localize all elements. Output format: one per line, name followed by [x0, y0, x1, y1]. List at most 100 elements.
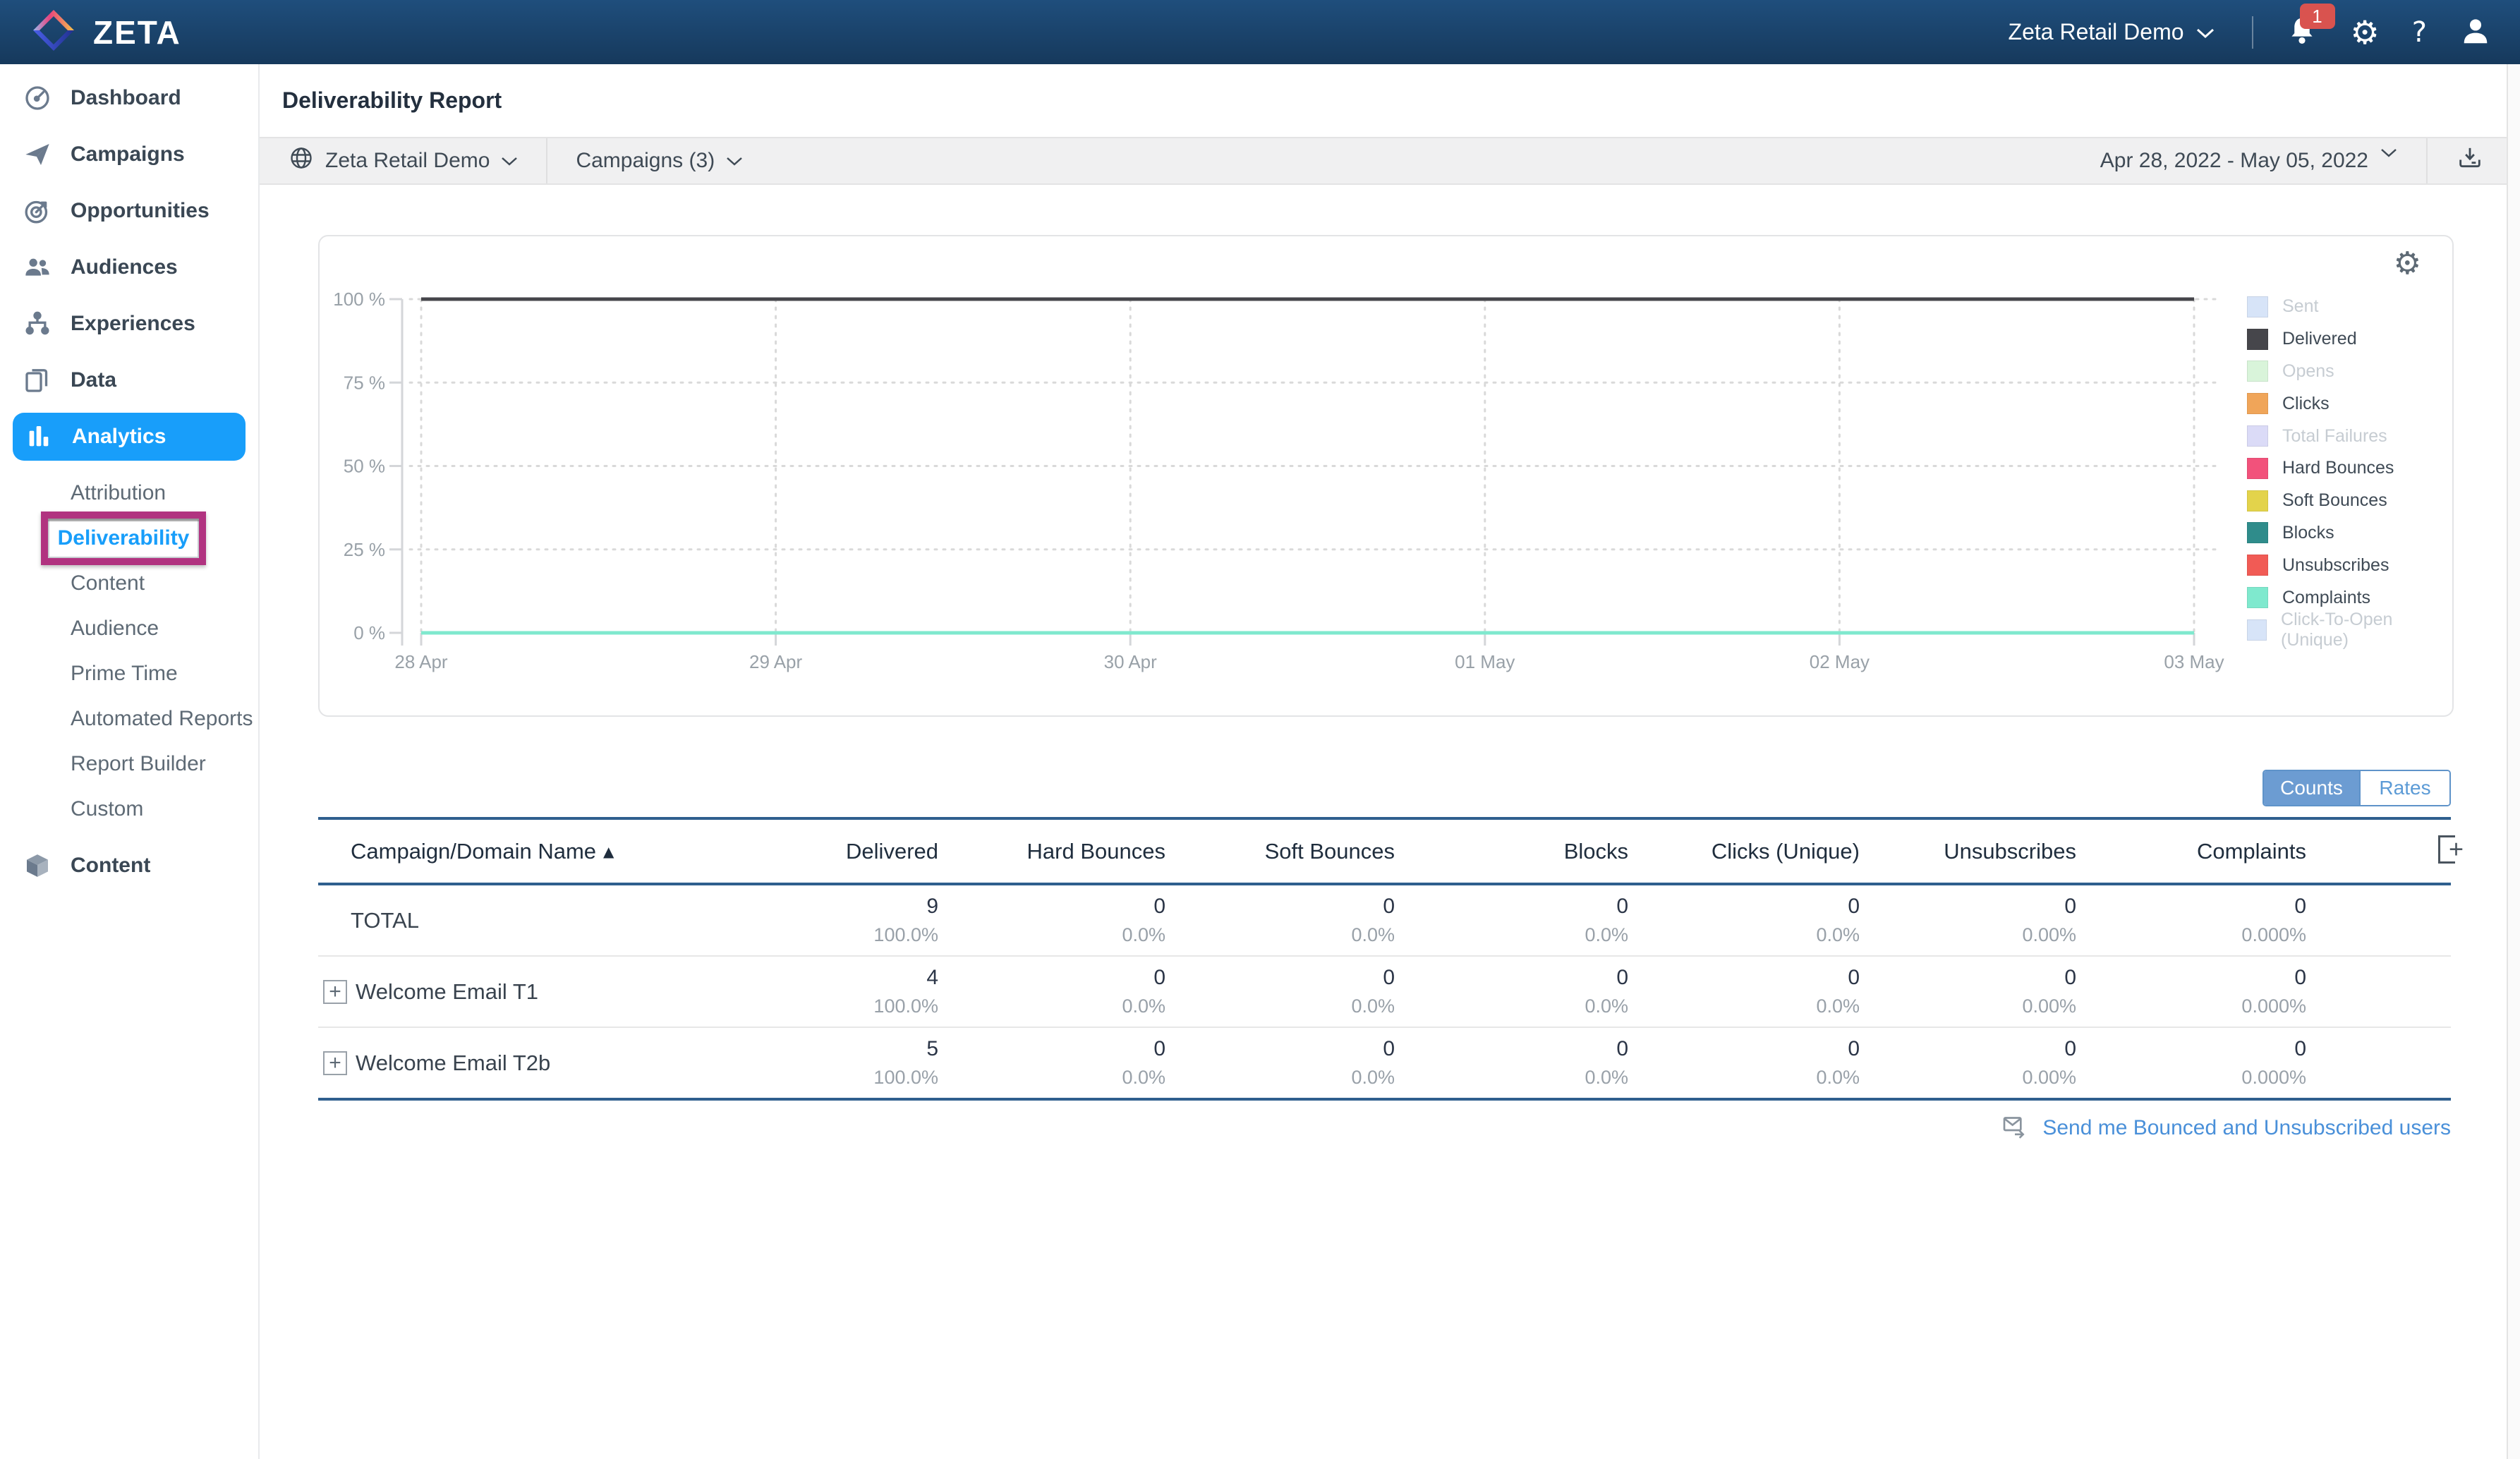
metric-cell-delivered: 5 100.0% — [812, 1037, 938, 1089]
settings-button[interactable]: ⚙ — [2351, 16, 2380, 49]
campaigns-filter[interactable]: Campaigns (3) — [571, 148, 747, 174]
legend-swatch — [2247, 457, 2268, 479]
download-button[interactable] — [2452, 143, 2488, 178]
metric-count: 4 — [926, 966, 938, 989]
sidebar-subitem-attribution[interactable]: Attribution — [0, 471, 258, 516]
legend-swatch — [2247, 587, 2268, 609]
sidebar-item-content[interactable]: Content — [0, 837, 258, 894]
divider — [546, 138, 548, 183]
metric-count: 0 — [1848, 1037, 1860, 1060]
metric-cell-soft-bounces: 0 0.0% — [1165, 1037, 1395, 1089]
expand-row-button[interactable]: + — [323, 1051, 347, 1075]
svg-text:02 May: 02 May — [1810, 651, 1870, 672]
legend-item-soft-bounces[interactable]: Soft Bounces — [2247, 485, 2452, 517]
legend-item-sent[interactable]: Sent — [2247, 291, 2452, 323]
user-icon — [2459, 15, 2492, 49]
svg-text:01 May: 01 May — [1455, 651, 1515, 672]
column-header-clicks-unique[interactable]: Clicks (Unique) — [1628, 839, 1860, 864]
column-header-unsubscribes[interactable]: Unsubscribes — [1860, 839, 2076, 864]
metric-count: 5 — [926, 1037, 938, 1060]
notifications-button[interactable]: 1 — [2286, 4, 2335, 49]
sidebar-subitem-deliverability[interactable]: Deliverability — [0, 511, 258, 565]
legend-item-blocks[interactable]: Blocks — [2247, 517, 2452, 550]
sidebar-item-label: Audiences — [71, 255, 178, 279]
expand-row-button[interactable]: + — [323, 979, 347, 1004]
sidebar-subitem-custom[interactable]: Custom — [0, 787, 258, 832]
sidebar-item-campaigns[interactable]: Campaigns — [0, 126, 258, 183]
help-icon: ? — [2411, 16, 2427, 49]
chevron-down-icon — [501, 149, 518, 173]
date-range-selector[interactable]: Apr 28, 2022 - May 05, 2022 — [2096, 148, 2402, 174]
paper-plane-icon — [23, 140, 52, 169]
metric-count: 0 — [2294, 895, 2306, 918]
sidebar-subitem-prime-time[interactable]: Prime Time — [0, 651, 258, 696]
column-header-soft-bounces[interactable]: Soft Bounces — [1165, 839, 1395, 864]
help-button[interactable]: ? — [2412, 16, 2427, 49]
documents-icon — [23, 365, 52, 395]
sidebar-item-dashboard[interactable]: Dashboard — [0, 70, 258, 126]
metric-rate: 0.0% — [1122, 995, 1165, 1017]
send-bounced-link[interactable]: Send me Bounced and Unsubscribed users — [2042, 1116, 2451, 1140]
column-header-label: Unsubscribes — [1944, 838, 2076, 864]
divider — [2251, 16, 2253, 49]
sidebar-item-experiences[interactable]: Experiences — [0, 296, 258, 352]
scrollbar-track[interactable] — [2507, 64, 2520, 1459]
counts-rates-toggle: Counts Rates — [2262, 770, 2451, 806]
metric-rate: 0.0% — [1351, 995, 1395, 1017]
profile-button[interactable] — [2459, 15, 2492, 49]
counts-tab[interactable]: Counts — [2264, 771, 2359, 805]
sidebar-subitem-audience[interactable]: Audience — [0, 606, 258, 651]
campaigns-filter-label: Campaigns (3) — [576, 149, 715, 172]
legend-item-hard-bounces[interactable]: Hard Bounces — [2247, 452, 2452, 485]
brand: ZETA — [0, 8, 181, 56]
sidebar-item-label: Analytics — [72, 425, 166, 448]
legend-item-click-to-open-unique[interactable]: Click-To-Open (Unique) — [2247, 610, 2452, 650]
metric-cell-unsubscribes: 0 0.00% — [1860, 966, 2076, 1017]
legend-item-total-failures[interactable]: Total Failures — [2247, 420, 2452, 452]
legend-swatch — [2247, 328, 2268, 350]
cube-icon — [23, 851, 52, 880]
column-header-campaign-domain-name[interactable]: Campaign/Domain Name ▲ — [318, 839, 812, 864]
legend-item-opens[interactable]: Opens — [2247, 356, 2452, 388]
legend-label: Click-To-Open (Unique) — [2281, 609, 2393, 650]
sidebar-item-analytics[interactable]: Analytics — [0, 408, 258, 465]
sidebar-item-opportunities[interactable]: Opportunities — [0, 183, 258, 239]
filter-bar: Zeta Retail Demo Campaigns (3) Apr 28, 2… — [260, 137, 2508, 185]
metric-count: 9 — [926, 895, 938, 918]
column-header-delivered[interactable]: Delivered — [812, 839, 938, 864]
svg-text:100 %: 100 % — [333, 289, 385, 310]
metric-cell-unsubscribes: 0 0.00% — [1860, 895, 2076, 946]
metric-rate: 0.00% — [2022, 995, 2076, 1017]
legend-item-unsubscribes[interactable]: Unsubscribes — [2247, 549, 2452, 581]
table-row-total: TOTAL 9 100.0% 0 0.0% 0 0.0% 0 0.0% 0 0.0% 0 0.00% 0 0… — [318, 885, 2451, 957]
sidebar-item-audiences[interactable]: Audiences — [0, 239, 258, 296]
rates-tab[interactable]: Rates — [2359, 771, 2449, 805]
chart-settings-button[interactable]: ⚙ — [2389, 248, 2425, 280]
sidebar-item-data[interactable]: Data — [0, 352, 258, 408]
metric-count: 0 — [1383, 966, 1395, 989]
sidebar: Dashboard Campaigns Opportunities Audiences… — [0, 64, 260, 1459]
svg-text:25 %: 25 % — [344, 539, 385, 560]
campaign-name-cell: TOTAL — [318, 908, 812, 933]
legend-item-delivered[interactable]: Delivered — [2247, 323, 2452, 356]
deliverability-table: Campaign/Domain Name ▲ Delivered Hard Bounc… — [318, 817, 2464, 1101]
download-icon — [2456, 144, 2484, 178]
date-range-label: Apr 28, 2022 - May 05, 2022 — [2100, 149, 2368, 172]
column-header-hard-bounces[interactable]: Hard Bounces — [938, 839, 1165, 864]
sidebar-subitem-report-builder[interactable]: Report Builder — [0, 741, 258, 787]
metric-cell-hard-bounces: 0 0.0% — [938, 1037, 1165, 1089]
legend-label: Delivered — [2282, 329, 2357, 349]
legend-item-clicks[interactable]: Clicks — [2247, 387, 2452, 420]
sidebar-subitem-content[interactable]: Content — [0, 561, 258, 606]
metric-cell-hard-bounces: 0 0.0% — [938, 895, 1165, 946]
add-column-button[interactable]: + — [2438, 835, 2464, 864]
people-icon — [23, 253, 52, 282]
column-header-blocks[interactable]: Blocks — [1395, 839, 1628, 864]
sidebar-item-label: Data — [71, 368, 117, 392]
column-header-complaints[interactable]: Complaints — [2076, 839, 2306, 864]
sidebar-subitem-automated-reports[interactable]: Automated Reports — [0, 696, 258, 741]
zeta-logo-icon — [31, 8, 76, 56]
account-filter[interactable]: Zeta Retail Demo — [284, 145, 522, 177]
legend-label: Soft Bounces — [2282, 490, 2387, 511]
account-selector[interactable]: Zeta Retail Demo — [2004, 18, 2219, 46]
